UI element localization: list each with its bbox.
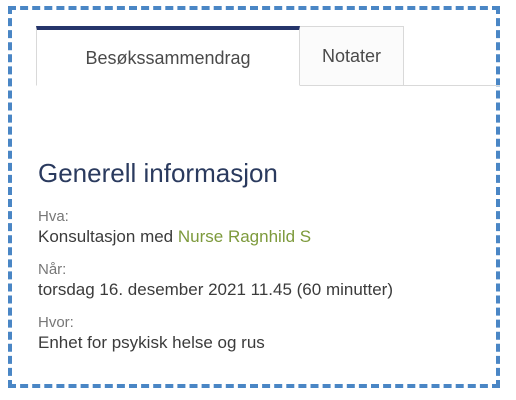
tab-bar: Besøkssammendrag Notater bbox=[36, 26, 404, 86]
tab-divider bbox=[404, 85, 500, 86]
tab-notes-label: Notater bbox=[321, 45, 382, 66]
what-prefix: Konsultasjon med bbox=[38, 227, 174, 246]
tab-notes[interactable]: Notater bbox=[300, 26, 404, 86]
section-title: Generell informasjon bbox=[38, 158, 278, 188]
when-value: torsdag 16. desember 2021 11.45 (60 minu… bbox=[38, 280, 394, 299]
provider-link[interactable]: Nurse Ragnhild S bbox=[178, 227, 311, 246]
what-label: Hva: bbox=[38, 208, 69, 225]
where-value: Enhet for psykisk helse og rus bbox=[38, 333, 265, 352]
where-label: Hvor: bbox=[38, 314, 74, 331]
tab-visit-summary[interactable]: Besøkssammendrag bbox=[36, 26, 300, 86]
when-label: Når: bbox=[38, 261, 67, 278]
general-info-panel: Generell informasjon Hva: Konsultasjon m… bbox=[38, 158, 476, 366]
selection-frame: Besøkssammendrag Notater Generell inform… bbox=[8, 6, 500, 388]
what-value: Konsultasjon med Nurse Ragnhild S bbox=[38, 226, 476, 248]
tab-visit-summary-label: Besøkssammendrag bbox=[85, 48, 251, 68]
